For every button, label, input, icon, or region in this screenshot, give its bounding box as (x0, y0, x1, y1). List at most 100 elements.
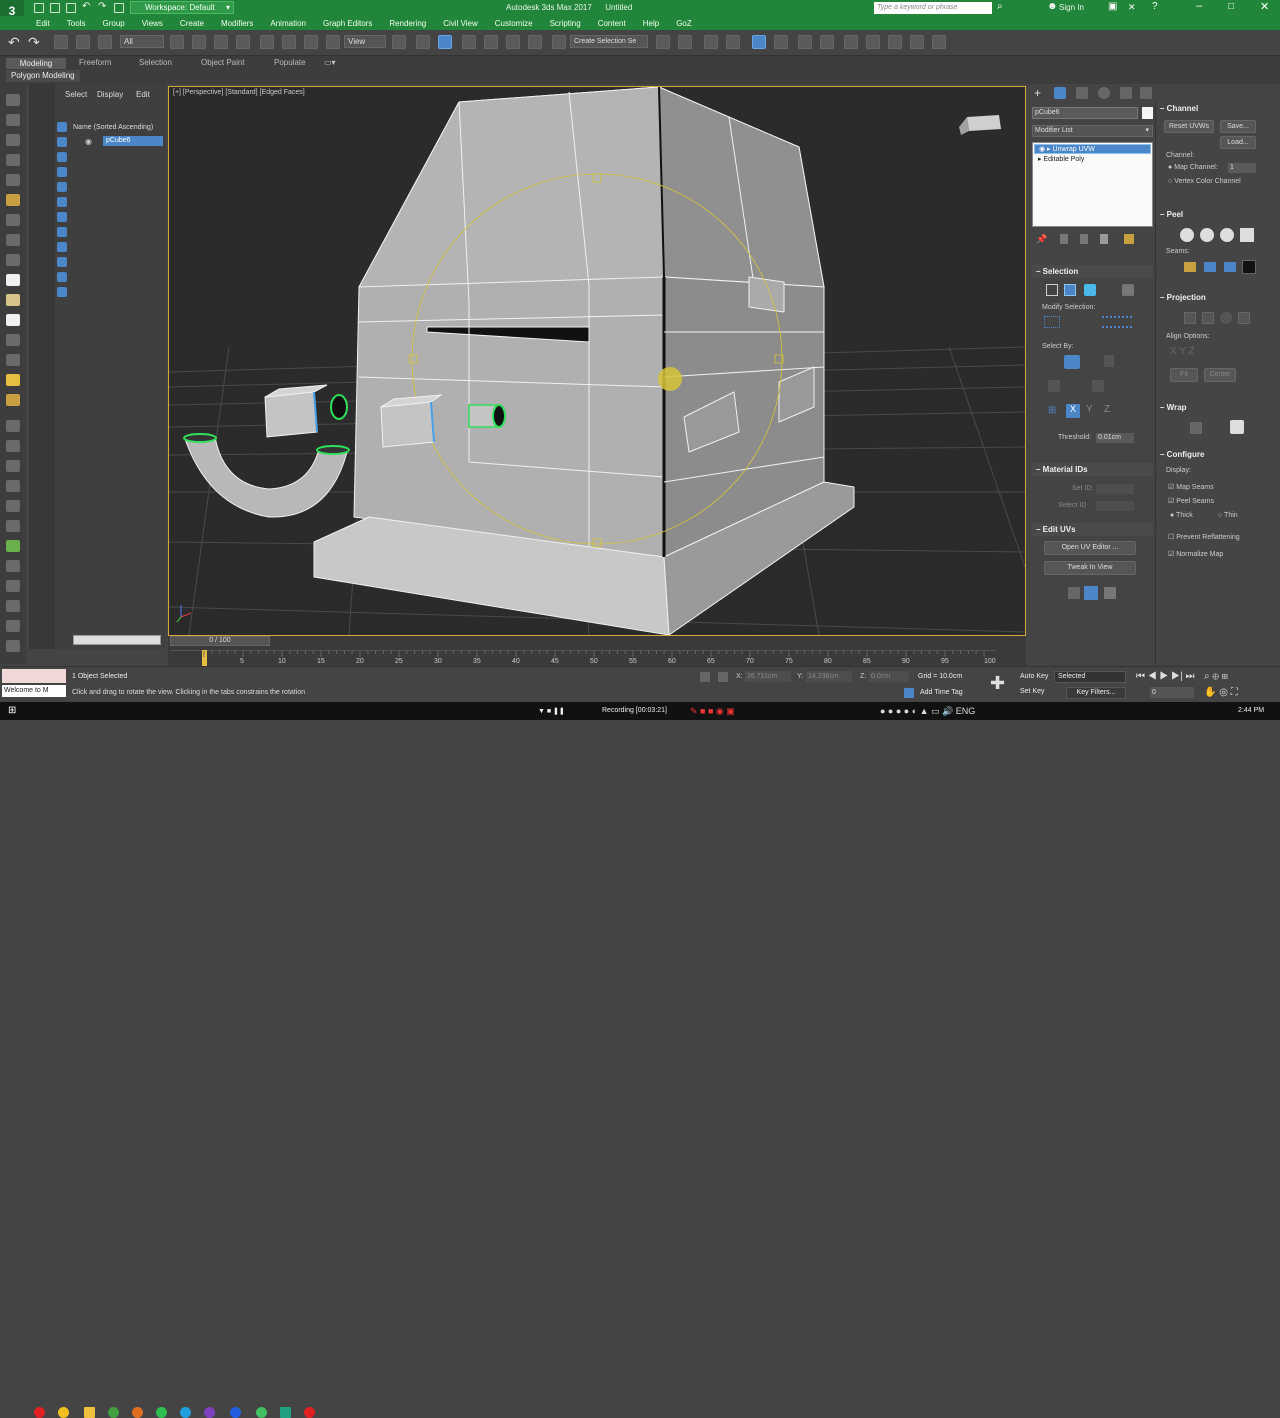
box-map-icon[interactable] (1238, 312, 1250, 324)
display-tab-icon[interactable] (1120, 87, 1132, 99)
polygon-modeling-panel[interactable]: Polygon Modeling (6, 70, 80, 82)
menu-views[interactable]: Views (142, 19, 163, 28)
prevent-reflattening-checkbox[interactable]: ☐ Prevent Reflattening (1168, 533, 1240, 541)
projection-rollout-header[interactable]: – Projection (1160, 293, 1206, 306)
exchange-icon[interactable]: ✕ (1128, 2, 1136, 13)
remove-modifier-icon[interactable] (1100, 234, 1108, 244)
bind-space-warp-icon[interactable] (98, 35, 112, 49)
tab-modeling[interactable]: Modeling (6, 58, 66, 69)
user-icon[interactable]: ☻ (1047, 1, 1058, 12)
set-key-big-icon[interactable]: ✚ (990, 673, 1005, 694)
layout-tab-icon[interactable] (6, 114, 20, 126)
redo-icon[interactable]: ↷ (28, 34, 40, 51)
layout-tab-icon[interactable] (6, 560, 20, 572)
snaps-toggle-icon[interactable] (462, 35, 476, 49)
spline-map-icon[interactable] (1190, 422, 1202, 434)
layout-tab-icon[interactable] (6, 420, 20, 432)
open-uv-editor-button[interactable]: Open UV Editor ... (1044, 541, 1136, 555)
menu-animation[interactable]: Animation (270, 19, 306, 28)
y-coord-field[interactable]: 14.236cm (806, 671, 852, 682)
cylindrical-map-icon[interactable] (1202, 312, 1214, 324)
motion-tab-icon[interactable] (1098, 87, 1110, 99)
save-button[interactable]: Save... (1220, 120, 1256, 133)
viber-icon[interactable] (204, 1407, 215, 1418)
keyboard-shortcut-toggle-icon[interactable] (438, 35, 452, 49)
filter-cameras-icon[interactable] (57, 167, 67, 177)
record-icon[interactable] (304, 1407, 315, 1418)
load-button[interactable]: Load... (1220, 136, 1256, 149)
system-tray-icons[interactable]: ● ● ● ● ◐ ▲ ▭ 🔊 ENG (880, 706, 975, 717)
stack-item-unwrap-uvw[interactable]: ◉ ▸ Unwrap UVW (1034, 144, 1151, 154)
curve-editor-icon[interactable] (774, 35, 788, 49)
new-file-icon[interactable] (34, 3, 44, 13)
filter-helpers-icon[interactable] (57, 182, 67, 192)
configure-sets-icon[interactable] (1124, 234, 1134, 244)
filter-bones-icon[interactable] (57, 242, 67, 252)
z-coord-field[interactable]: 0.0cm (869, 671, 909, 682)
current-frame-field[interactable]: 0 (1150, 687, 1194, 698)
menu-customize[interactable]: Customize (495, 19, 533, 28)
scene-menu-select[interactable]: Select (65, 90, 87, 99)
layout-tab-icon[interactable] (6, 234, 20, 246)
layout-tab-icon[interactable] (6, 274, 20, 286)
layout-tab-icon[interactable] (6, 194, 20, 206)
menu-create[interactable]: Create (180, 19, 204, 28)
firefox-icon[interactable] (132, 1407, 143, 1418)
reference-coordinate-dropdown[interactable]: View (344, 35, 386, 48)
layout-tab-icon[interactable] (6, 480, 20, 492)
selection-rollout-header[interactable]: – Selection (1032, 265, 1153, 278)
add-time-tag[interactable]: Add Time Tag (920, 689, 963, 696)
layout-tab-icon[interactable] (6, 540, 20, 552)
planar-map-icon[interactable] (1184, 312, 1196, 324)
key-filters-button[interactable]: Key Filters... (1066, 687, 1126, 699)
save-file-icon[interactable] (66, 3, 76, 13)
hierarchy-tab-icon[interactable] (1076, 87, 1088, 99)
x-coord-field[interactable]: 26.711cm (745, 671, 791, 682)
workspace-dropdown[interactable]: Workspace: Default ▾ (130, 1, 234, 14)
fit-button[interactable]: Fit (1170, 368, 1198, 382)
select-by-name-icon[interactable] (192, 35, 206, 49)
layout-tab-icon[interactable] (6, 394, 20, 406)
layout-tab-icon[interactable] (6, 640, 20, 652)
filter-shapes-icon[interactable] (57, 137, 67, 147)
named-selection-sets-dropdown[interactable]: Create Selection Se (570, 35, 648, 48)
select-x-axis-icon[interactable]: X (1066, 404, 1080, 418)
menu-tools[interactable]: Tools (67, 19, 86, 28)
select-y-axis-icon[interactable]: Y (1086, 404, 1093, 415)
key-mode-dropdown[interactable]: Selected (1054, 671, 1126, 683)
unlink-icon[interactable] (76, 35, 90, 49)
ribbon-toggle-icon[interactable] (752, 35, 766, 49)
minimize-icon[interactable]: – (1196, 0, 1202, 12)
align-icon[interactable] (678, 35, 692, 49)
peel-quick-icon[interactable] (1180, 228, 1194, 242)
pivot-center-icon[interactable] (392, 35, 406, 49)
menu-rendering[interactable]: Rendering (389, 19, 426, 28)
menu-graph-editors[interactable]: Graph Editors (323, 19, 372, 28)
filter-containers-icon[interactable] (57, 257, 67, 267)
filter-hidden-icon[interactable] (57, 287, 67, 297)
render-production-icon[interactable] (888, 35, 902, 49)
cart-icon[interactable]: ▣ (1108, 1, 1117, 12)
select-x-icon[interactable]: ⊞ (1048, 405, 1056, 416)
select-id-spinner[interactable] (1096, 501, 1134, 511)
help-icon[interactable]: ? (1152, 1, 1158, 12)
edit-uvs-rollout-header[interactable]: – Edit UVs (1032, 523, 1153, 536)
quick-map-icon[interactable] (1104, 587, 1116, 599)
object-color-swatch[interactable] (1142, 107, 1153, 119)
material-editor-icon[interactable] (820, 35, 834, 49)
recorder-tools[interactable]: ✎ ■ ■ ◉ ▣ (690, 706, 735, 717)
close-icon[interactable]: ✕ (1260, 0, 1269, 13)
select-scale-icon[interactable] (304, 35, 318, 49)
loop-icon[interactable] (1102, 316, 1132, 328)
map-channel-radio[interactable]: ● Map Channel: (1168, 164, 1218, 171)
window-crossing-icon[interactable] (236, 35, 250, 49)
spherical-map-icon[interactable] (1220, 312, 1232, 324)
unfold-strip-icon[interactable] (1230, 420, 1244, 434)
undo-icon[interactable]: ↶ (8, 34, 20, 51)
scene-menu-display[interactable]: Display (97, 90, 123, 99)
edit-named-selection-icon[interactable] (552, 35, 566, 49)
tab-populate[interactable]: Populate (274, 58, 306, 69)
utilities-tab-icon[interactable] (1140, 87, 1152, 99)
select-object-icon[interactable] (170, 35, 184, 49)
center-button[interactable]: Center (1204, 368, 1236, 382)
